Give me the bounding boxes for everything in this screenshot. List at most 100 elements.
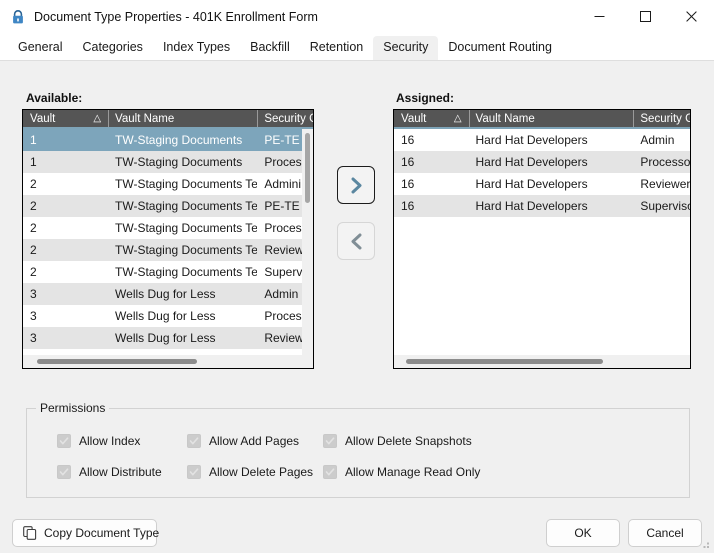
cell-security-group: Admin (640, 133, 675, 147)
assigned-horizontal-scroll-thumb[interactable] (406, 359, 603, 364)
cancel-button[interactable]: Cancel (628, 519, 702, 547)
cell-vault: 16 (401, 133, 415, 147)
assigned-horizontal-scrollbar[interactable] (394, 355, 690, 368)
sort-ascending-icon: △ (93, 113, 102, 124)
cell-vault: 16 (401, 155, 415, 169)
cell-vault-name: Wells Dug for Less (115, 331, 216, 345)
permission-label: Allow Manage Read Only (345, 465, 481, 479)
checkbox-allow-index[interactable] (57, 434, 71, 448)
permission-label: Allow Distribute (79, 465, 162, 479)
window-title: Document Type Properties - 401K Enrollme… (34, 9, 318, 24)
available-vertical-scrollbar[interactable] (302, 129, 313, 355)
checkbox-allow-add-pages[interactable] (187, 434, 201, 448)
tab-backfill[interactable]: Backfill (240, 36, 300, 60)
tab-general[interactable]: General (8, 36, 72, 60)
permission-allow-add-pages[interactable]: Allow Add Pages (187, 434, 299, 448)
assign-button[interactable] (337, 166, 375, 204)
assigned-row-container: 16 Hard Hat Developers Admin 16 Hard Hat Dev… (394, 129, 690, 217)
checkbox-allow-distribute[interactable] (57, 465, 71, 479)
table-row[interactable]: 1 TW-Staging Documents Proces (23, 151, 313, 173)
column-label-vault: Vault (401, 113, 427, 125)
permission-allow-distribute[interactable]: Allow Distribute (57, 465, 162, 479)
sort-ascending-icon: △ (453, 113, 462, 124)
assigned-list[interactable]: Vault △ Vault Name Security G 16 Hard Hat… (393, 109, 691, 369)
security-tab-panel: Available: Assigned: Vault △ Vault Name … (0, 61, 714, 553)
ok-label: OK (574, 526, 592, 540)
column-header-vault-name[interactable]: Vault Name (108, 110, 257, 129)
tab-retention[interactable]: Retention (300, 36, 374, 60)
check-icon (59, 437, 69, 445)
cell-vault-name: TW-Staging Documents (115, 133, 243, 147)
column-label-vault-name: Vault Name (475, 113, 535, 125)
column-label-security-group: Security G (264, 113, 313, 125)
chevron-right-icon (351, 177, 361, 193)
maximize-button[interactable] (622, 0, 668, 33)
assigned-list-header: Vault △ Vault Name Security G (394, 110, 690, 129)
cell-vault: 3 (30, 331, 37, 345)
tab-security[interactable]: Security (373, 36, 439, 60)
permission-label: Allow Delete Pages (209, 465, 314, 479)
available-horizontal-scroll-thumb[interactable] (37, 359, 197, 364)
minimize-button[interactable] (576, 0, 622, 33)
resize-grip-icon[interactable] (699, 538, 711, 550)
permission-allow-delete-pages[interactable]: Allow Delete Pages (187, 465, 313, 479)
table-row[interactable]: 3 Wells Dug for Less Admin (23, 283, 313, 305)
table-row[interactable]: 3 Wells Dug for Less Review (23, 327, 313, 349)
title-bar: Document Type Properties - 401K Enrollme… (0, 0, 714, 33)
column-label-vault: Vault (30, 113, 56, 125)
tab-bar: General Categories Index Types Backfill … (0, 33, 714, 61)
cell-vault-name: Wells Dug for Less (115, 309, 216, 323)
cell-vault: 2 (30, 265, 37, 279)
cell-security-group: Superviso (640, 199, 691, 213)
table-row[interactable]: 16 Hard Hat Developers Admin (394, 129, 690, 151)
window-controls (576, 0, 714, 33)
permission-label: Allow Index (79, 434, 141, 448)
cell-vault-name: TW-Staging Documents Test (115, 265, 258, 279)
column-header-security-group[interactable]: Security G (633, 110, 690, 129)
table-row[interactable]: 2 TW-Staging Documents Test Proces (23, 217, 313, 239)
close-button[interactable] (668, 0, 714, 33)
available-list[interactable]: Vault △ Vault Name Security G 1 TW-Stagin… (22, 109, 314, 369)
tab-index-types[interactable]: Index Types (153, 36, 240, 60)
checkbox-allow-delete-pages[interactable] (187, 465, 201, 479)
table-row[interactable]: 2 TW-Staging Documents Test Review (23, 239, 313, 261)
cell-vault-name: Hard Hat Developers (475, 155, 588, 169)
column-header-security-group[interactable]: Security G (257, 110, 313, 129)
table-row[interactable]: 2 TW-Staging Documents Test Superv (23, 261, 313, 283)
table-row[interactable]: 3 Wells Dug for Less Proces (23, 305, 313, 327)
column-header-vault[interactable]: Vault △ (23, 110, 108, 129)
cell-vault: 2 (30, 243, 37, 257)
table-row[interactable]: 16 Hard Hat Developers Processor (394, 151, 690, 173)
available-label: Available: (26, 91, 83, 105)
cell-vault-name: TW-Staging Documents Test (115, 177, 258, 191)
checkbox-allow-manage-read-only[interactable] (323, 465, 337, 479)
unassign-button[interactable] (337, 222, 375, 260)
available-horizontal-scrollbar[interactable] (23, 355, 313, 368)
tab-document-routing[interactable]: Document Routing (438, 36, 562, 60)
permission-allow-delete-snapshots[interactable]: Allow Delete Snapshots (323, 434, 472, 448)
cell-vault: 1 (30, 133, 37, 147)
permission-label: Allow Add Pages (209, 434, 300, 448)
table-row[interactable]: 2 TW-Staging Documents Test PE-TE (23, 195, 313, 217)
checkbox-allow-delete-snapshots[interactable] (323, 434, 337, 448)
ok-button[interactable]: OK (546, 519, 620, 547)
lock-icon (13, 9, 23, 23)
cell-vault-name: Hard Hat Developers (475, 199, 588, 213)
tab-categories[interactable]: Categories (72, 36, 152, 60)
table-row[interactable]: 16 Hard Hat Developers Superviso (394, 195, 690, 217)
column-header-vault[interactable]: Vault △ (394, 110, 469, 129)
column-header-vault-name[interactable]: Vault Name (468, 110, 634, 129)
cell-vault-name: Hard Hat Developers (475, 133, 588, 147)
copy-icon (23, 526, 37, 540)
table-row[interactable]: 2 TW-Staging Documents Test Admini (23, 173, 313, 195)
table-row[interactable]: 1 TW-Staging Documents PE-TE (23, 129, 313, 151)
cell-vault: 2 (30, 199, 37, 213)
permission-allow-index[interactable]: Allow Index (57, 434, 140, 448)
table-row[interactable]: 16 Hard Hat Developers Reviewers (394, 173, 690, 195)
copy-document-type-button[interactable]: Copy Document Type (12, 519, 159, 547)
available-vertical-scroll-thumb[interactable] (305, 133, 310, 203)
permission-allow-manage-read-only[interactable]: Allow Manage Read Only (323, 465, 480, 479)
cell-vault: 1 (30, 155, 37, 169)
cell-vault-name: Hard Hat Developers (475, 177, 588, 191)
permissions-group-title: Permissions (36, 401, 110, 415)
